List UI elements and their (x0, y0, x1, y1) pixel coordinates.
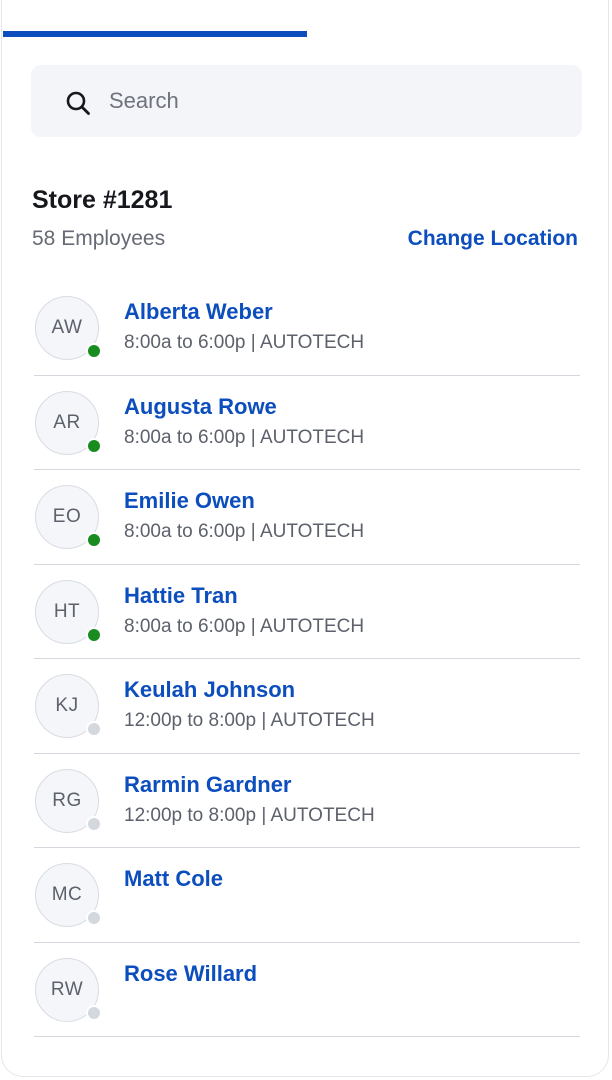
avatar-initials: HT (53, 600, 81, 622)
employee-shift: 8:00a to 6:00p | AUTOTECH (124, 615, 365, 637)
employee-name[interactable]: Matt Cole (124, 866, 223, 892)
avatar-initials: RG (52, 789, 82, 811)
change-location-link[interactable]: Change Location (408, 227, 578, 251)
employee-name[interactable]: Rarmin Gardner (124, 772, 292, 798)
status-dot (86, 815, 102, 832)
employee-row[interactable]: RW Rose Willard (34, 943, 580, 1037)
status-dot (86, 1004, 102, 1021)
employee-count: 58 Employees (32, 227, 166, 250)
employee-row[interactable]: AR Augusta Rowe 8:00a to 6:00p | AUTOTEC… (34, 376, 580, 470)
avatar-initials: EO (52, 506, 82, 527)
employee-row[interactable]: HT Hattie Tran 8:00a to 6:00p | AUTOTECH (34, 565, 580, 659)
search-bar[interactable] (31, 65, 582, 137)
employee-panel: Store #1281 58 Employees Change Location… (1, 0, 609, 1077)
avatar-initials: KJ (55, 695, 79, 716)
avatar-initials: AR (53, 411, 81, 433)
employee-row[interactable]: RG Rarmin Gardner 12:00p to 8:00p | AUTO… (34, 754, 580, 848)
employee-row[interactable]: KJ Keulah Johnson 12:00p to 8:00p | AUTO… (34, 659, 580, 754)
employee-shift: 8:00a to 6:00p | AUTOTECH (124, 426, 365, 448)
avatar-initials: RW (50, 978, 84, 1000)
employee-row[interactable]: EO Emilie Owen 8:00a to 6:00p | AUTOTECH (34, 470, 580, 565)
tab-inactive[interactable] (306, 0, 608, 38)
employee-shift: 12:00p to 8:00p | AUTOTECH (124, 710, 375, 731)
avatar-initials: MC (51, 884, 83, 905)
employee-shift: 8:00a to 6:00p | AUTOTECH (124, 332, 365, 353)
search-input[interactable] (109, 65, 549, 137)
avatar-initials: AW (51, 317, 83, 338)
status-dot (86, 532, 102, 548)
employee-name[interactable]: Emilie Owen (124, 488, 255, 514)
status-dot (86, 910, 102, 926)
employee-row[interactable]: AW Alberta Weber 8:00a to 6:00p | AUTOTE… (34, 281, 580, 376)
employee-list: AW Alberta Weber 8:00a to 6:00p | AUTOTE… (34, 281, 580, 1037)
employee-row[interactable]: MC Matt Cole (34, 848, 580, 943)
status-dot (86, 343, 102, 359)
tab-bar (2, 0, 608, 38)
employee-name[interactable]: Alberta Weber (124, 299, 273, 325)
employee-name[interactable]: Augusta Rowe (124, 394, 277, 420)
employee-name[interactable]: Keulah Johnson (124, 677, 295, 703)
employee-shift: 8:00a to 6:00p | AUTOTECH (124, 521, 365, 542)
status-dot (86, 437, 102, 454)
employee-shift: 12:00p to 8:00p | AUTOTECH (124, 804, 375, 826)
status-dot (86, 721, 102, 737)
store-title: Store #1281 (32, 186, 173, 214)
search-icon (66, 91, 90, 115)
active-tab-indicator (3, 31, 307, 37)
status-dot (86, 626, 102, 643)
employee-name[interactable]: Hattie Tran (124, 583, 238, 609)
employee-name[interactable]: Rose Willard (124, 961, 257, 987)
